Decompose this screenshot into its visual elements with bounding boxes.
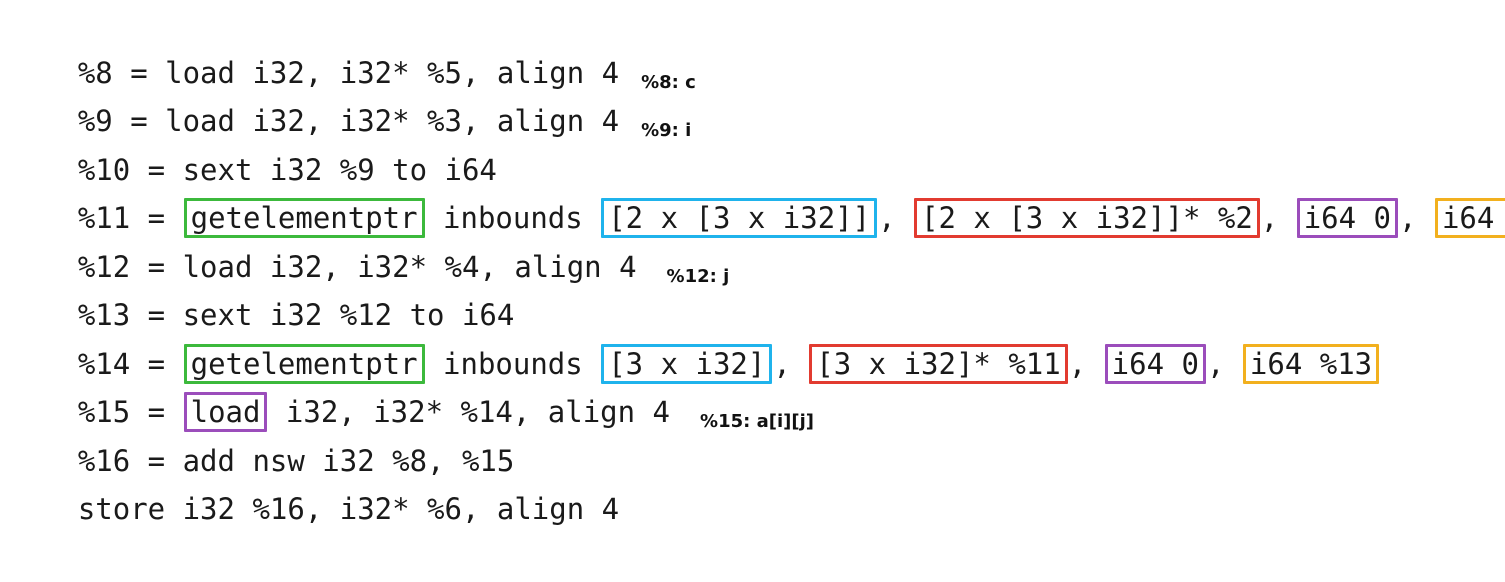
code-line-add: %16 = add nsw i32 %8, %15 [8, 388, 1503, 478]
code-line-gep-outer: %11 = getelementptr inbounds [2 x [3 x i… [8, 146, 1505, 238]
instruction-text: store i32 %16, i32* %6, align 4 [77, 492, 620, 526]
code-line-sext-i: %10 = sext i32 %9 to i64 [8, 97, 1503, 187]
code-line-load-c: %8 = load i32, i32* %5, align 4 %8: c [8, 0, 1503, 93]
code-line-load-element: %15 = load i32, i32* %14, align 4 %15: a[… [8, 340, 1503, 432]
code-line-sext-j: %13 = sext i32 %12 to i64 [8, 243, 1503, 332]
code-line-load-i: %9 = load i32, i32* %3, align 4 %9: i [8, 49, 1503, 141]
code-line-gep-inner: %14 = getelementptr inbounds [3 x i32], … [8, 291, 1503, 384]
llvm-ir-listing: %8 = load i32, i32* %5, align 4 %8: c %9 … [8, 0, 1505, 526]
code-line-load-j: %12 = load i32, i32* %4, align 4 %12: j [8, 194, 1503, 287]
